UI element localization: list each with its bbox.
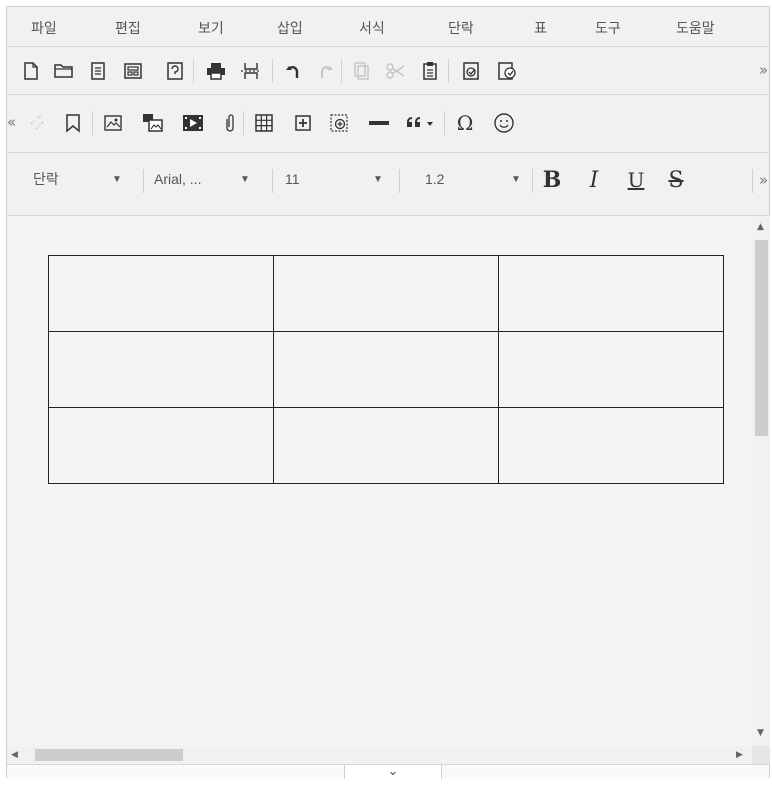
document-icon[interactable] <box>86 59 110 83</box>
insert-box-icon[interactable] <box>291 111 315 135</box>
quote-icon[interactable] <box>405 111 439 135</box>
menu-format[interactable]: 서식 <box>359 18 385 38</box>
page-break-icon[interactable] <box>239 59 263 83</box>
proofread-icon[interactable] <box>495 59 519 83</box>
line-height-select-value: 1.2 <box>425 171 445 187</box>
chevron-down-icon: ▼ <box>511 174 521 185</box>
scroll-down-icon[interactable]: ▼ <box>757 728 764 738</box>
more-toolbar-icon[interactable]: » <box>759 61 768 79</box>
open-folder-icon[interactable] <box>52 59 76 83</box>
toggle-statusbar-button[interactable]: ⌄ <box>344 765 442 779</box>
chevron-down-icon: ▼ <box>240 174 250 185</box>
menu-table[interactable]: 표 <box>534 18 547 38</box>
table-cell[interactable] <box>273 331 499 408</box>
table-cell[interactable] <box>498 331 724 408</box>
cut-icon[interactable] <box>384 59 408 83</box>
strikethrough-button[interactable]: S <box>663 166 689 194</box>
chevron-down-icon: ⌄ <box>387 764 399 779</box>
document-area[interactable] <box>7 216 752 746</box>
menubar: 파일 편집 보기 삽입 서식 단락 표 도구 도움말 <box>7 7 769 47</box>
bold-button[interactable]: B <box>539 166 565 194</box>
menu-view[interactable]: 보기 <box>198 18 224 38</box>
table-cell[interactable] <box>273 407 499 484</box>
emoji-icon[interactable] <box>492 111 516 135</box>
copy-icon[interactable] <box>349 59 373 83</box>
horizontal-scroll-thumb[interactable] <box>35 749 183 761</box>
table-row <box>48 255 724 332</box>
line-height-select[interactable]: 1.2 ▼ <box>425 167 525 191</box>
horizontal-line-icon[interactable] <box>367 111 391 135</box>
image-icon[interactable] <box>101 111 125 135</box>
horizontal-scrollbar[interactable]: ◀ ▶ <box>7 746 752 764</box>
underline-button[interactable]: U <box>623 166 649 194</box>
template-icon[interactable] <box>121 59 145 83</box>
font-family-select-value: Arial, ... <box>154 171 202 187</box>
toolbar-format: 단락 ▼ Arial, ... ▼ 11 ▼ 1.2 ▼ B I U S » <box>7 153 769 216</box>
editor: 파일 편집 보기 삽입 서식 단락 표 도구 도움말 » « Ω 단락 ▼ Ar… <box>6 6 770 779</box>
menu-paragraph[interactable]: 단락 <box>448 18 474 38</box>
undo-icon[interactable] <box>281 59 305 83</box>
insert-layer-icon[interactable] <box>327 111 351 135</box>
table-cell[interactable] <box>273 255 499 332</box>
font-family-select[interactable]: Arial, ... ▼ <box>154 167 262 191</box>
spellcheck-icon[interactable] <box>459 59 483 83</box>
collapse-toolbar-icon[interactable]: « <box>7 113 16 131</box>
vertical-scroll-thumb[interactable] <box>755 240 768 436</box>
paragraph-select-value: 단락 <box>33 171 59 187</box>
bookmark-icon[interactable] <box>61 111 85 135</box>
paste-icon[interactable] <box>418 59 442 83</box>
paragraph-select[interactable]: 단락 ▼ <box>33 167 131 191</box>
video-icon[interactable] <box>181 111 205 135</box>
chevron-down-icon: ▼ <box>112 174 122 185</box>
redo-icon[interactable] <box>314 59 338 83</box>
table-row <box>48 331 724 408</box>
more-format-icon[interactable]: » <box>759 171 768 189</box>
new-document-icon[interactable] <box>19 59 43 83</box>
font-size-select[interactable]: 11 ▼ <box>285 167 391 191</box>
special-char-icon[interactable]: Ω <box>453 111 477 135</box>
table-cell[interactable] <box>48 331 274 408</box>
menu-edit[interactable]: 편집 <box>115 18 141 38</box>
image-edit-icon[interactable] <box>141 111 165 135</box>
menu-insert[interactable]: 삽입 <box>277 18 303 38</box>
unlink-icon[interactable] <box>25 111 49 135</box>
preview-icon[interactable] <box>163 59 187 83</box>
italic-button[interactable]: I <box>581 166 607 194</box>
table-cell[interactable] <box>48 407 274 484</box>
table-cell[interactable] <box>48 255 274 332</box>
vertical-scrollbar[interactable]: ▲ ▼ <box>752 216 770 746</box>
attachment-icon[interactable] <box>218 111 242 135</box>
table-row <box>48 407 724 484</box>
scroll-left-icon[interactable]: ◀ <box>11 750 18 760</box>
scroll-up-icon[interactable]: ▲ <box>757 222 764 232</box>
menu-file[interactable]: 파일 <box>31 18 57 38</box>
font-size-select-value: 11 <box>285 171 300 187</box>
statusbar: ⌄ <box>7 764 769 779</box>
table-cell[interactable] <box>498 407 724 484</box>
scrollbar-corner <box>752 746 770 764</box>
table-icon[interactable] <box>252 111 276 135</box>
toolbar-insert: « Ω <box>7 95 769 153</box>
print-icon[interactable] <box>204 59 228 83</box>
toolbar-main: » <box>7 47 769 95</box>
menu-tools[interactable]: 도구 <box>595 18 621 38</box>
chevron-down-icon: ▼ <box>373 174 383 185</box>
scroll-right-icon[interactable]: ▶ <box>736 750 743 760</box>
document-table[interactable] <box>48 255 724 484</box>
table-cell[interactable] <box>498 255 724 332</box>
menu-help[interactable]: 도움말 <box>676 18 715 38</box>
